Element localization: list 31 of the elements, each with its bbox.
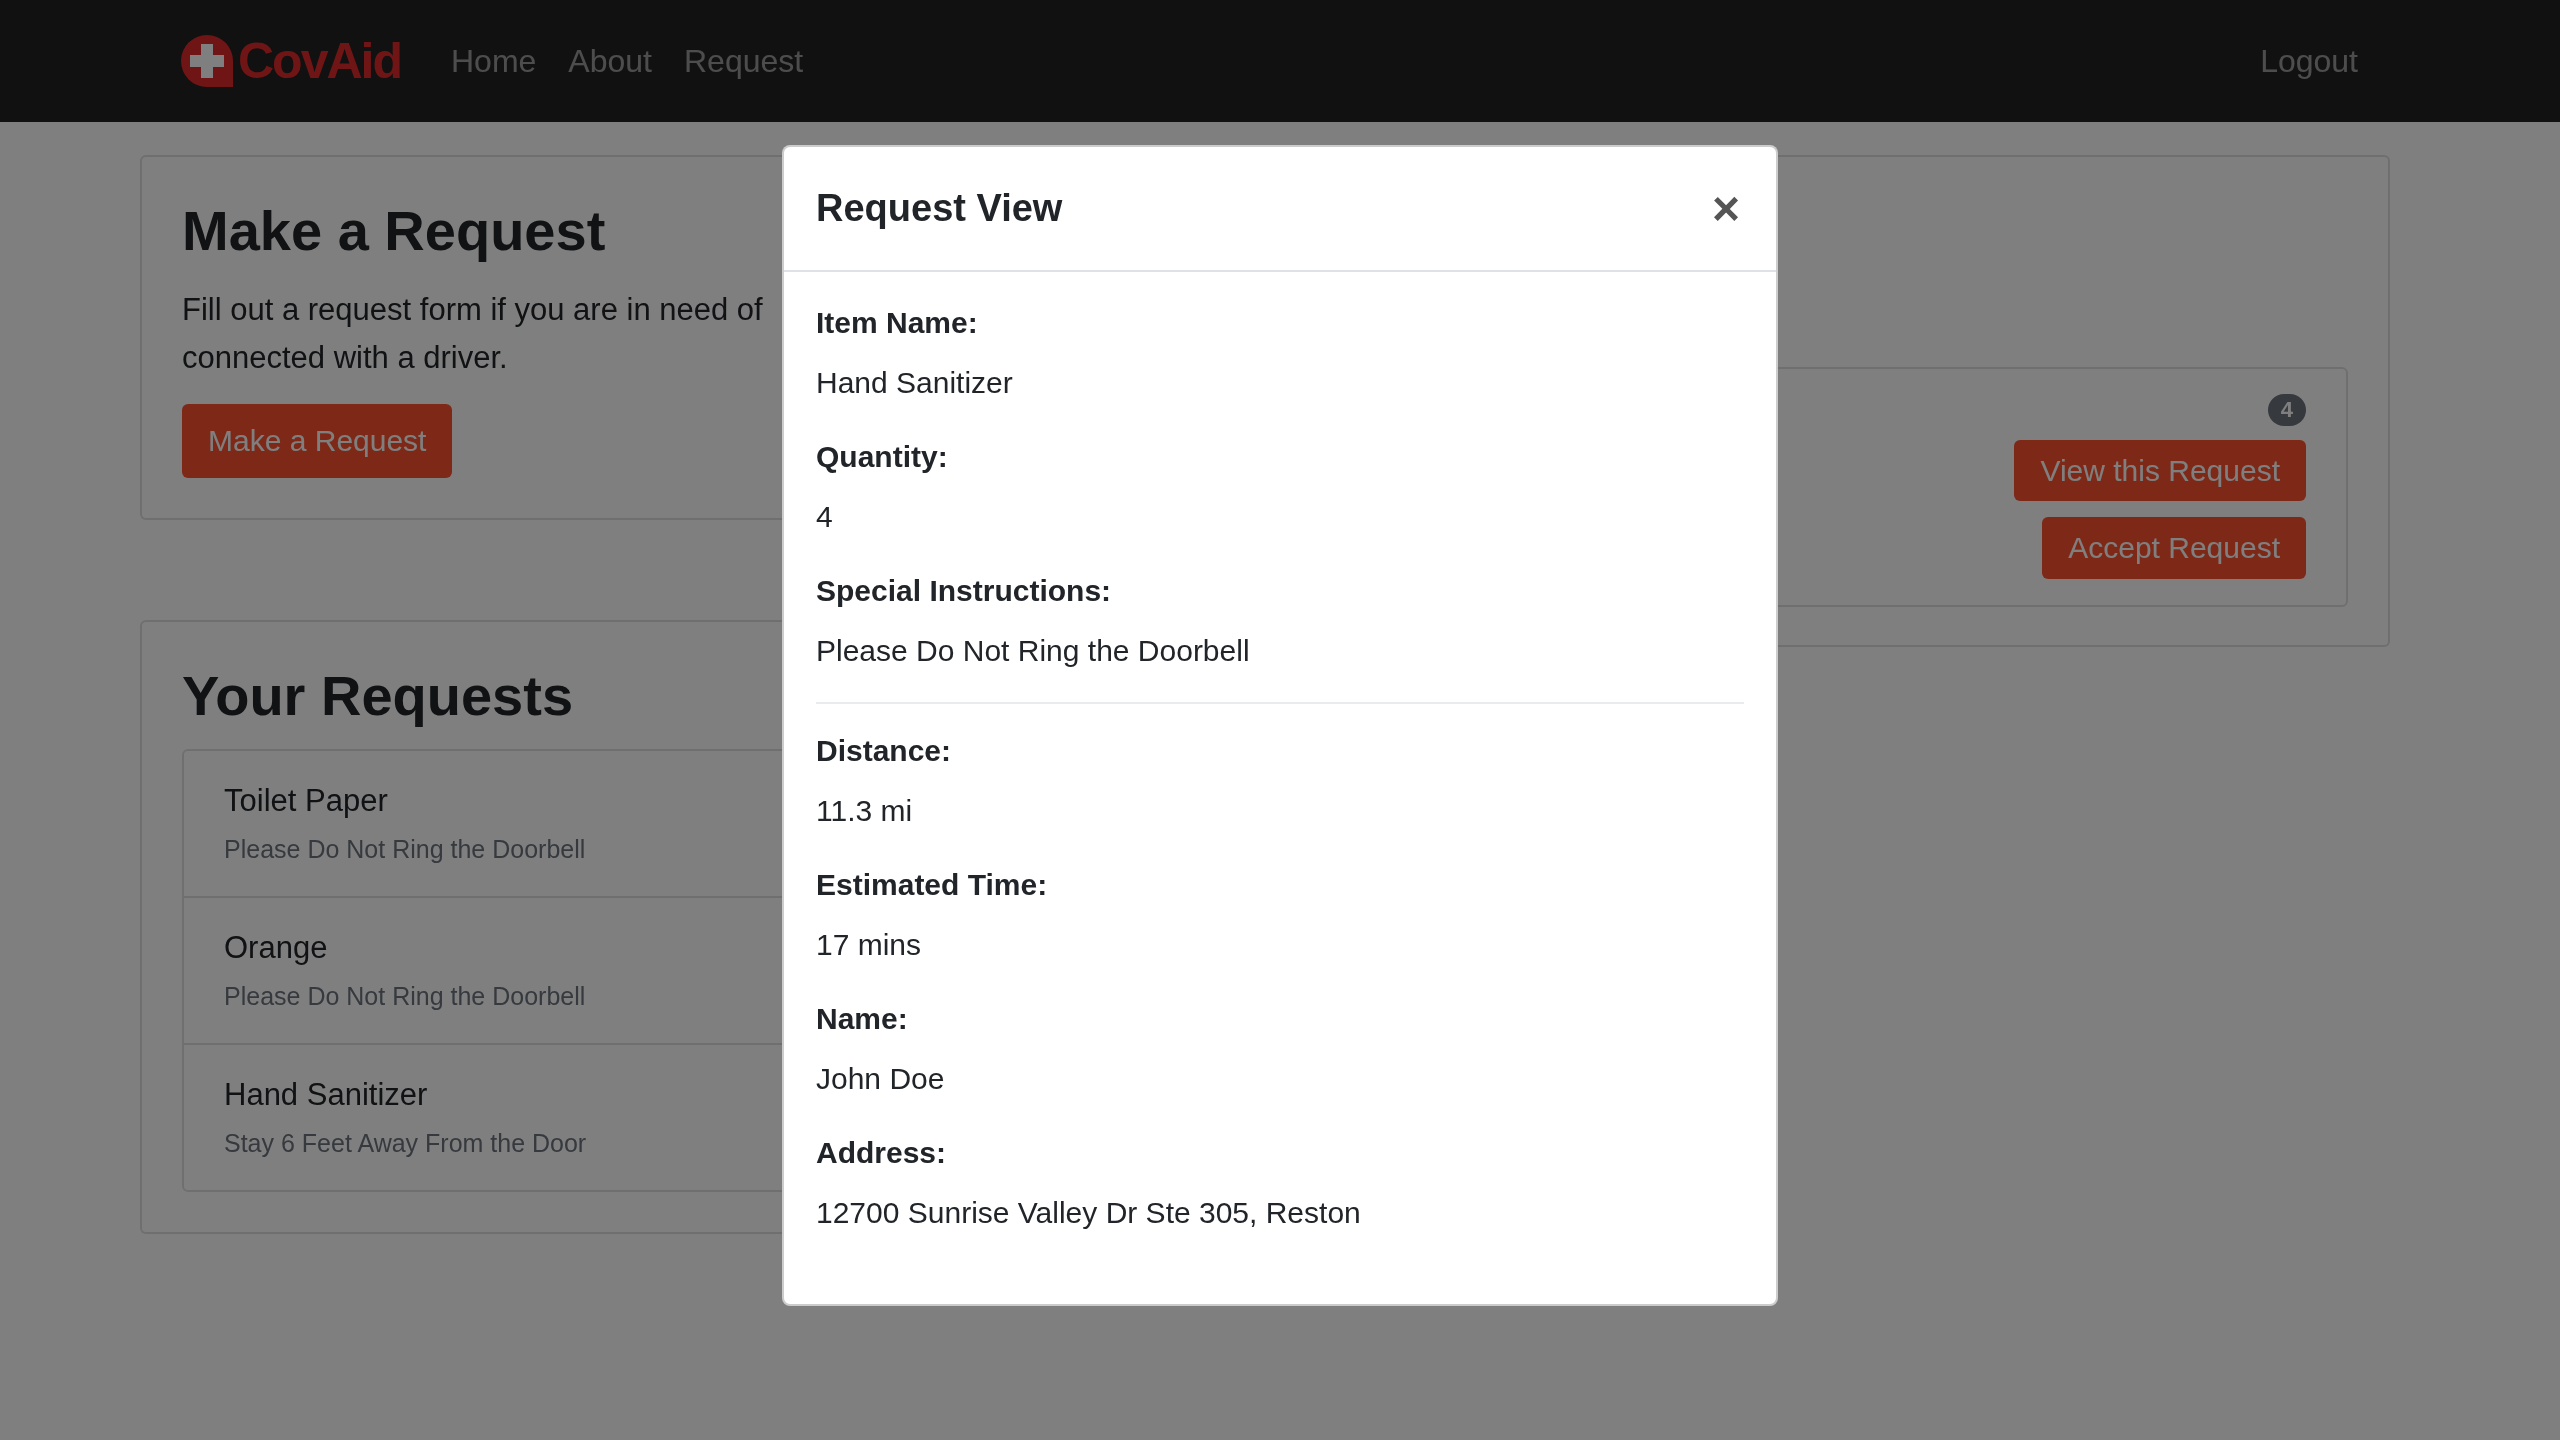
- logo-icon: [180, 34, 234, 88]
- field-label: Special Instructions:: [816, 573, 1113, 609]
- card-title: Make a Request: [182, 198, 606, 264]
- card-title: Your Requests: [182, 663, 574, 730]
- card-text: connected with a driver.: [182, 339, 508, 378]
- field-label: Quantity:: [816, 439, 949, 475]
- field-value: Please Do Not Ring the Doorbell: [816, 633, 1251, 669]
- field-value: 4: [816, 499, 834, 535]
- view-request-button[interactable]: View this Request: [2014, 440, 2306, 501]
- close-button[interactable]: ×: [1705, 181, 1746, 236]
- field-label: Name:: [816, 1001, 909, 1037]
- make-request-button[interactable]: Make a Request: [182, 404, 453, 479]
- field-label: Distance:: [816, 733, 953, 769]
- field-value: 11.3 mi: [816, 793, 914, 829]
- request-item-title: Orange: [224, 930, 328, 967]
- request-item-subtitle: Please Do Not Ring the Doorbell: [224, 982, 586, 1012]
- field-value: 12700 Sunrise Valley Dr Ste 305, Reston: [816, 1195, 1362, 1231]
- request-item-title: Toilet Paper: [224, 783, 388, 820]
- quantity-badge: 4: [2267, 394, 2306, 426]
- field-value: Hand Sanitizer: [816, 365, 1014, 401]
- field-value: 17 mins: [816, 927, 923, 963]
- brand-logo[interactable]: CovAid: [180, 32, 401, 90]
- accept-request-button[interactable]: Accept Request: [2042, 517, 2306, 579]
- modal-title: Request View: [816, 187, 1063, 230]
- request-item-title: Hand Sanitizer: [224, 1077, 428, 1114]
- field-label: Address:: [816, 1135, 948, 1171]
- card-text: Fill out a request form if you are in need of: [182, 291, 763, 330]
- request-item-subtitle: Please Do Not Ring the Doorbell: [224, 835, 586, 865]
- field-label: Item Name:: [816, 305, 979, 341]
- field-value: John Doe: [816, 1061, 946, 1097]
- request-item-subtitle: Stay 6 Feet Away From the Door: [224, 1129, 587, 1159]
